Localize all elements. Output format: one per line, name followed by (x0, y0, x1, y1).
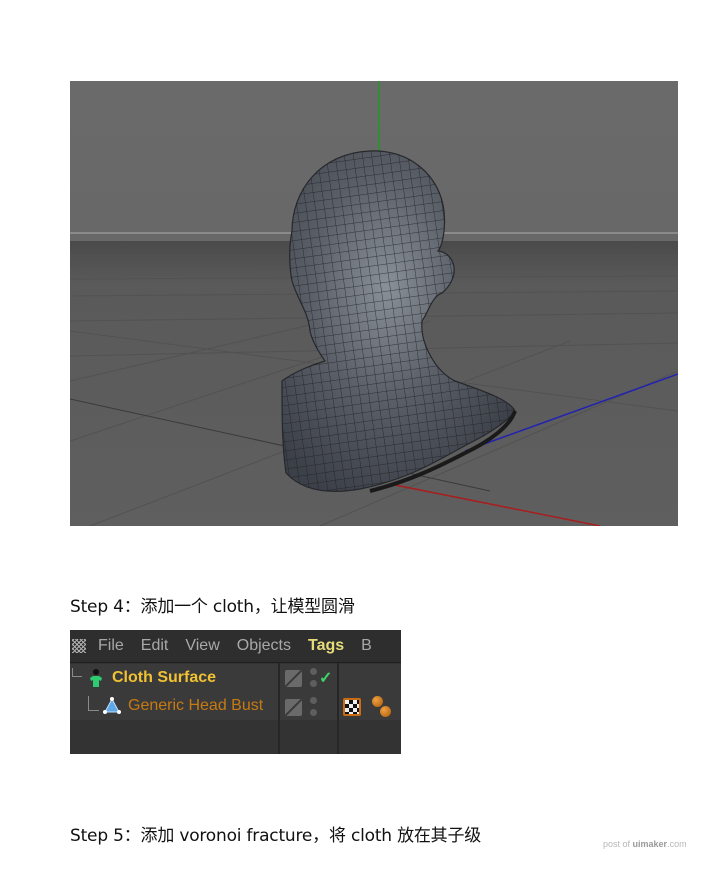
3d-viewport-image (70, 81, 678, 526)
menu-file[interactable]: File (98, 637, 124, 655)
column-divider[interactable] (278, 663, 280, 754)
watermark: post of uimaker.com (603, 839, 687, 849)
panel-grip-icon[interactable] (72, 639, 86, 653)
menu-view[interactable]: View (185, 637, 219, 655)
watermark-brand: uimaker (632, 839, 668, 849)
editor-visibility-dot[interactable] (310, 697, 317, 704)
material-tag-icon[interactable] (343, 698, 361, 716)
menu-objects[interactable]: Objects (237, 637, 291, 655)
polygon-object-icon (102, 696, 122, 716)
layer-toggle-icon[interactable] (285, 699, 302, 716)
editor-visibility-dot[interactable] (310, 668, 317, 675)
layer-toggle-icon[interactable] (285, 670, 302, 687)
menu-bookmarks-truncated[interactable]: B (361, 637, 372, 655)
menu-tags[interactable]: Tags (308, 637, 344, 655)
object-list-empty-area (70, 720, 401, 754)
menu-edit[interactable]: Edit (141, 637, 169, 655)
cloth-surface-icon (88, 668, 104, 688)
phong-tag-icon[interactable] (372, 696, 383, 707)
object-manager-menubar: File Edit View Objects Tags B (70, 630, 401, 663)
tree-connector (72, 676, 82, 677)
object-manager-panel: File Edit View Objects Tags B Cloth Surf… (70, 630, 401, 754)
step-5-caption: Step 5：添加 voronoi fracture，将 cloth 放在其子级 (70, 826, 482, 846)
column-divider[interactable] (337, 663, 339, 754)
object-name-generic-head-bust[interactable]: Generic Head Bust (128, 697, 263, 715)
phong-tag-icon-secondary (380, 706, 391, 717)
step-4-caption: Step 4：添加一个 cloth，让模型圆滑 (70, 597, 355, 617)
render-visibility-dot[interactable] (310, 680, 317, 687)
render-visibility-dot[interactable] (310, 709, 317, 716)
enabled-check-icon[interactable]: ✓ (319, 668, 332, 688)
tree-child-connector (88, 696, 99, 711)
watermark-prefix: post of (603, 839, 633, 849)
object-name-cloth-surface[interactable]: Cloth Surface (112, 669, 216, 687)
watermark-suffix: .com (667, 839, 687, 849)
tree-expand-line (72, 668, 81, 676)
